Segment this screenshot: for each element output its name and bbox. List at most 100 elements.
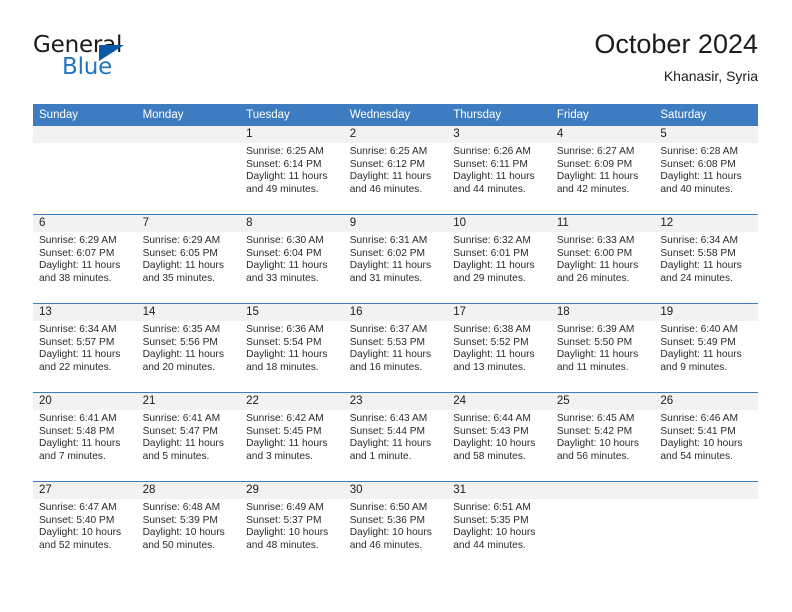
- sunset-text: Sunset: 5:43 PM: [453, 425, 529, 437]
- day-cell[interactable]: [136, 126, 241, 215]
- day-cell[interactable]: 9 Sunrise: 6:31 AM Sunset: 6:02 PM Dayli…: [343, 214, 448, 304]
- calendar-week-row: 1 Sunrise: 6:25 AM Sunset: 6:14 PM Dayli…: [33, 126, 758, 215]
- day-cell[interactable]: 1 Sunrise: 6:25 AM Sunset: 6:14 PM Dayli…: [240, 126, 344, 215]
- daylight-text: Daylight: 11 hours and 3 minutes.: [246, 438, 328, 462]
- day-cell[interactable]: 13 Sunrise: 6:34 AM Sunset: 5:57 PM Dayl…: [33, 303, 137, 393]
- sunrise-text: Sunrise: 6:48 AM: [142, 502, 221, 513]
- day-cell[interactable]: 30 Sunrise: 6:50 AM Sunset: 5:36 PM Dayl…: [343, 481, 448, 570]
- day-details: Sunrise: 6:44 AM Sunset: 5:43 PM Dayligh…: [447, 410, 551, 463]
- sunset-text: Sunset: 6:00 PM: [556, 247, 633, 259]
- day-cell[interactable]: [33, 126, 137, 215]
- day-number: [136, 126, 241, 143]
- day-cell[interactable]: 14 Sunrise: 6:35 AM Sunset: 5:56 PM Dayl…: [136, 303, 241, 393]
- daylight-text: Daylight: 11 hours and 42 minutes.: [556, 171, 639, 195]
- daylight-text: Daylight: 11 hours and 44 minutes.: [453, 171, 535, 195]
- sunrise-text: Sunrise: 6:30 AM: [246, 235, 324, 246]
- title-block: October 2024 Khanasir, Syria: [594, 28, 758, 86]
- day-details: Sunrise: 6:36 AM Sunset: 5:54 PM Dayligh…: [240, 321, 344, 374]
- sunrise-text: Sunrise: 6:45 AM: [556, 413, 635, 424]
- day-number: 20: [33, 393, 137, 410]
- sunrise-text: Sunrise: 6:37 AM: [349, 324, 428, 335]
- day-cell[interactable]: 18 Sunrise: 6:39 AM Sunset: 5:50 PM Dayl…: [550, 303, 655, 393]
- day-cell[interactable]: 16 Sunrise: 6:37 AM Sunset: 5:53 PM Dayl…: [343, 303, 448, 393]
- day-cell[interactable]: 10 Sunrise: 6:32 AM Sunset: 6:01 PM Dayl…: [447, 214, 551, 304]
- day-number: 28: [136, 482, 241, 499]
- calendar-week-row: 6 Sunrise: 6:29 AM Sunset: 6:07 PM Dayli…: [33, 214, 758, 304]
- day-details: Sunrise: 6:28 AM Sunset: 6:08 PM Dayligh…: [654, 143, 758, 196]
- sunrise-text: Sunrise: 6:32 AM: [453, 235, 531, 246]
- sunrise-text: Sunrise: 6:39 AM: [556, 324, 635, 335]
- daylight-text: Daylight: 11 hours and 29 minutes.: [453, 260, 535, 284]
- day-cell[interactable]: 24 Sunrise: 6:44 AM Sunset: 5:43 PM Dayl…: [447, 392, 551, 482]
- day-cell[interactable]: 22 Sunrise: 6:42 AM Sunset: 5:45 PM Dayl…: [240, 392, 344, 482]
- sunrise-text: Sunrise: 6:50 AM: [349, 502, 428, 513]
- day-details: Sunrise: 6:25 AM Sunset: 6:12 PM Dayligh…: [344, 143, 448, 196]
- day-number: 17: [447, 304, 551, 321]
- day-cell[interactable]: [654, 481, 758, 570]
- calendar-body: 1 Sunrise: 6:25 AM Sunset: 6:14 PM Dayli…: [33, 126, 758, 570]
- daylight-text: Daylight: 11 hours and 18 minutes.: [246, 349, 328, 373]
- day-cell[interactable]: 21 Sunrise: 6:41 AM Sunset: 5:47 PM Dayl…: [136, 392, 241, 482]
- sunrise-text: Sunrise: 6:29 AM: [39, 235, 117, 246]
- day-details: Sunrise: 6:46 AM Sunset: 5:41 PM Dayligh…: [654, 410, 758, 463]
- daylight-text: Daylight: 10 hours and 48 minutes.: [246, 527, 329, 551]
- sunrise-text: Sunrise: 6:33 AM: [556, 235, 635, 246]
- sunset-text: Sunset: 6:02 PM: [349, 247, 426, 259]
- sunrise-text: Sunrise: 6:27 AM: [556, 146, 635, 157]
- day-details: Sunrise: 6:27 AM Sunset: 6:09 PM Dayligh…: [551, 143, 655, 196]
- day-cell[interactable]: 7 Sunrise: 6:29 AM Sunset: 6:05 PM Dayli…: [136, 214, 241, 304]
- calendar-page: General Blue October 2024 Khanasir, Syri…: [0, 0, 792, 612]
- day-cell[interactable]: 15 Sunrise: 6:36 AM Sunset: 5:54 PM Dayl…: [240, 303, 344, 393]
- day-cell[interactable]: 23 Sunrise: 6:43 AM Sunset: 5:44 PM Dayl…: [343, 392, 448, 482]
- day-number: 29: [240, 482, 344, 499]
- day-details: Sunrise: 6:39 AM Sunset: 5:50 PM Dayligh…: [551, 321, 655, 374]
- daylight-text: Daylight: 11 hours and 9 minutes.: [660, 349, 742, 373]
- day-cell[interactable]: 3 Sunrise: 6:26 AM Sunset: 6:11 PM Dayli…: [447, 126, 551, 215]
- sunset-text: Sunset: 6:12 PM: [349, 158, 426, 170]
- day-cell[interactable]: 25 Sunrise: 6:45 AM Sunset: 5:42 PM Dayl…: [550, 392, 655, 482]
- day-cell[interactable]: 20 Sunrise: 6:41 AM Sunset: 5:48 PM Dayl…: [33, 392, 137, 482]
- day-cell[interactable]: 26 Sunrise: 6:46 AM Sunset: 5:41 PM Dayl…: [654, 392, 758, 482]
- day-cell[interactable]: 2 Sunrise: 6:25 AM Sunset: 6:12 PM Dayli…: [343, 126, 448, 215]
- day-details: Sunrise: 6:40 AM Sunset: 5:49 PM Dayligh…: [654, 321, 758, 374]
- sunrise-text: Sunrise: 6:38 AM: [453, 324, 531, 335]
- day-details: Sunrise: 6:42 AM Sunset: 5:45 PM Dayligh…: [240, 410, 344, 463]
- day-cell[interactable]: 29 Sunrise: 6:49 AM Sunset: 5:37 PM Dayl…: [240, 481, 344, 570]
- daylight-text: Daylight: 11 hours and 7 minutes.: [39, 438, 121, 462]
- daylight-text: Daylight: 11 hours and 22 minutes.: [39, 349, 121, 373]
- day-cell[interactable]: 17 Sunrise: 6:38 AM Sunset: 5:52 PM Dayl…: [447, 303, 551, 393]
- day-cell[interactable]: 28 Sunrise: 6:48 AM Sunset: 5:39 PM Dayl…: [136, 481, 241, 570]
- sunrise-text: Sunrise: 6:42 AM: [246, 413, 324, 424]
- weekday-header-tuesday: Tuesday: [240, 104, 344, 126]
- weekday-header-friday: Friday: [550, 104, 655, 126]
- sunset-text: Sunset: 6:07 PM: [39, 247, 115, 259]
- sunrise-text: Sunrise: 6:43 AM: [349, 413, 428, 424]
- day-number: 1: [240, 126, 344, 143]
- day-details: Sunrise: 6:26 AM Sunset: 6:11 PM Dayligh…: [447, 143, 551, 196]
- day-cell[interactable]: 6 Sunrise: 6:29 AM Sunset: 6:07 PM Dayli…: [33, 214, 137, 304]
- day-cell[interactable]: [550, 481, 655, 570]
- daylight-text: Daylight: 10 hours and 58 minutes.: [453, 438, 536, 462]
- day-cell[interactable]: 11 Sunrise: 6:33 AM Sunset: 6:00 PM Dayl…: [550, 214, 655, 304]
- day-cell[interactable]: 31 Sunrise: 6:51 AM Sunset: 5:35 PM Dayl…: [447, 481, 551, 570]
- day-number: 22: [240, 393, 344, 410]
- day-cell[interactable]: 12 Sunrise: 6:34 AM Sunset: 5:58 PM Dayl…: [654, 214, 758, 304]
- day-cell[interactable]: 5 Sunrise: 6:28 AM Sunset: 6:08 PM Dayli…: [654, 126, 758, 215]
- day-number: 2: [343, 126, 448, 143]
- day-cell[interactable]: 27 Sunrise: 6:47 AM Sunset: 5:40 PM Dayl…: [33, 481, 137, 570]
- day-cell[interactable]: 8 Sunrise: 6:30 AM Sunset: 6:04 PM Dayli…: [240, 214, 344, 304]
- daylight-text: Daylight: 10 hours and 56 minutes.: [556, 438, 639, 462]
- sunrise-text: Sunrise: 6:26 AM: [453, 146, 531, 157]
- day-cell[interactable]: 4 Sunrise: 6:27 AM Sunset: 6:09 PM Dayli…: [550, 126, 655, 215]
- daylight-text: Daylight: 11 hours and 5 minutes.: [142, 438, 224, 462]
- sunrise-text: Sunrise: 6:51 AM: [453, 502, 531, 513]
- sunrise-text: Sunrise: 6:44 AM: [453, 413, 531, 424]
- day-cell[interactable]: 19 Sunrise: 6:40 AM Sunset: 5:49 PM Dayl…: [654, 303, 758, 393]
- general-blue-logo[interactable]: General Blue: [33, 32, 233, 88]
- sunset-text: Sunset: 6:01 PM: [453, 247, 529, 259]
- day-number: 5: [654, 126, 758, 143]
- sunset-text: Sunset: 6:04 PM: [246, 247, 322, 259]
- day-details: Sunrise: 6:38 AM Sunset: 5:52 PM Dayligh…: [447, 321, 551, 374]
- day-details: Sunrise: 6:34 AM Sunset: 5:57 PM Dayligh…: [33, 321, 137, 374]
- sunset-text: Sunset: 5:52 PM: [453, 336, 529, 348]
